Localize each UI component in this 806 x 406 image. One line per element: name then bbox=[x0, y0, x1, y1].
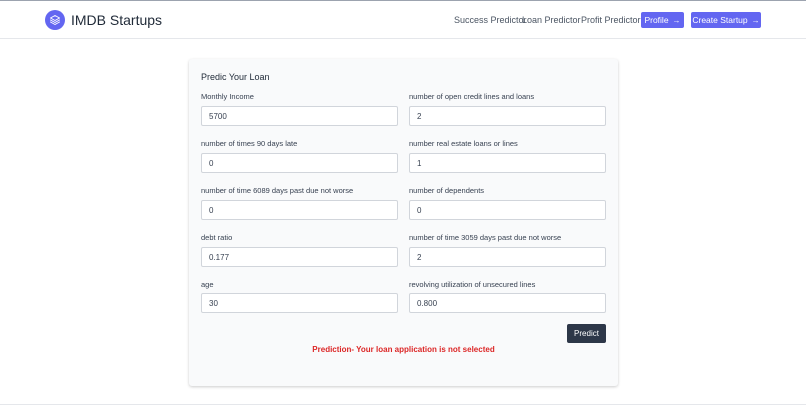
footer-divider bbox=[0, 404, 806, 405]
monthly-income-input[interactable]: 5700 bbox=[201, 106, 398, 126]
times-90-days-late-label: number of times 90 days late bbox=[201, 139, 298, 148]
arrow-right-icon: → bbox=[751, 15, 760, 25]
prediction-result: Prediction- Your loan application is not… bbox=[312, 345, 495, 354]
form-title: Predic Your Loan bbox=[201, 72, 270, 82]
revolving-utilization-input[interactable]: 0.800 bbox=[409, 293, 606, 313]
past-due-3059-input[interactable]: 2 bbox=[409, 247, 606, 267]
navbar: IMDB Startups Success Predictor Loan Pre… bbox=[0, 1, 806, 39]
open-credit-lines-label: number of open credit lines and loans bbox=[409, 92, 535, 101]
create-startup-label: Create Startup bbox=[692, 15, 748, 25]
debt-ratio-label: debt ratio bbox=[201, 233, 233, 242]
age-input[interactable]: 30 bbox=[201, 293, 398, 313]
dependents-input[interactable]: 0 bbox=[409, 200, 606, 220]
revolving-utilization-label: revolving utilization of unsecured lines bbox=[409, 280, 536, 289]
real-estate-loans-input[interactable]: 1 bbox=[409, 153, 606, 173]
profile-button[interactable]: Profile → bbox=[641, 12, 684, 28]
age-label: age bbox=[201, 280, 214, 289]
create-startup-button[interactable]: Create Startup → bbox=[691, 12, 761, 28]
nav-profit-predictor[interactable]: Profit Predictor bbox=[581, 15, 641, 25]
past-due-3059-label: number of time 3059 days past due not wo… bbox=[409, 233, 562, 242]
arrow-right-icon: → bbox=[672, 15, 681, 25]
nav-loan-predictor[interactable]: Loan Predictor bbox=[522, 15, 581, 25]
predict-button[interactable]: Predict bbox=[567, 324, 606, 343]
times-90-days-late-input[interactable]: 0 bbox=[201, 153, 398, 173]
monthly-income-label: Monthly Income bbox=[201, 92, 254, 101]
profile-button-label: Profile bbox=[644, 15, 669, 25]
real-estate-loans-label: number real estate loans or lines bbox=[409, 139, 518, 148]
dependents-label: number of dependents bbox=[409, 186, 485, 195]
loan-form-card: Predic Your Loan Monthly Income 5700 num… bbox=[189, 59, 618, 386]
open-credit-lines-input[interactable]: 2 bbox=[409, 106, 606, 126]
past-due-6089-input[interactable]: 0 bbox=[201, 200, 398, 220]
past-due-6089-label: number of time 6089 days past due not wo… bbox=[201, 186, 354, 195]
nav-menu: Success Predictor Loan Predictor Profit … bbox=[0, 12, 806, 28]
nav-success-predictor[interactable]: Success Predictor bbox=[454, 15, 527, 25]
debt-ratio-input[interactable]: 0.177 bbox=[201, 247, 398, 267]
